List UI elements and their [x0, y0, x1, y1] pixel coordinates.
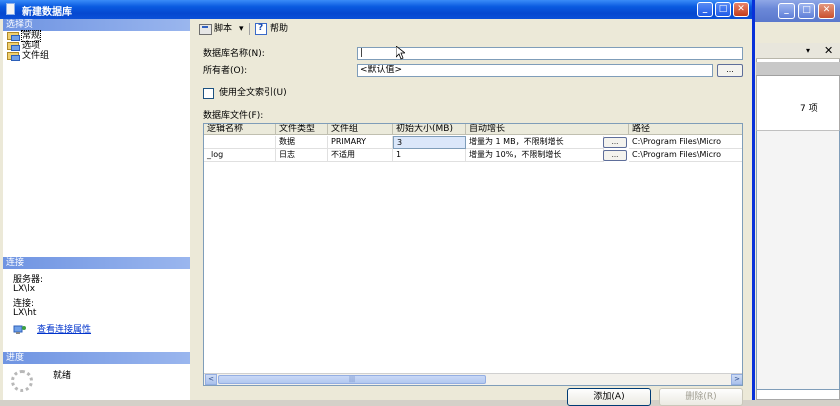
fulltext-index-checkbox[interactable] — [203, 88, 214, 99]
minimize-button[interactable]: _ — [697, 2, 713, 17]
progress-header: 进度 — [3, 352, 190, 364]
cell-initial-size[interactable]: 3 — [393, 136, 466, 149]
connection-properties-icon — [13, 325, 26, 334]
cell-file-type[interactable]: 日志 — [276, 149, 328, 162]
help-label: 帮助 — [270, 24, 289, 34]
nav-item-general[interactable]: 常规 — [6, 30, 42, 42]
page-icon — [6, 31, 22, 41]
toolbar: 脚本 ▾ 帮助 — [193, 19, 752, 39]
cell-logical-name[interactable]: _log — [204, 149, 276, 162]
script-label: 脚本 — [214, 24, 233, 34]
owner-browse-button[interactable]: ... — [717, 64, 743, 77]
page-icon — [6, 51, 22, 61]
dialog-title: 新建数据库 — [22, 7, 72, 18]
nav-item-filegroups[interactable]: 文件组 — [6, 51, 49, 61]
script-dropdown-icon[interactable]: ▾ — [239, 23, 244, 35]
script-icon — [199, 23, 212, 35]
col-header-filegroup[interactable]: 文件组 — [328, 124, 393, 135]
database-files-label: 数据库文件(F): — [203, 111, 264, 121]
cell-filegroup[interactable]: PRIMARY — [328, 136, 393, 149]
pane-dropdown-icon[interactable]: ▾ — [806, 46, 810, 55]
help-icon — [255, 22, 268, 35]
col-header-path[interactable]: 路径 — [629, 124, 742, 135]
background-list — [756, 130, 840, 390]
view-connection-properties-link[interactable]: 查看连接属性 — [37, 325, 91, 335]
database-icon — [6, 3, 15, 15]
table-row[interactable]: 数据 PRIMARY 3 增量为 1 MB，不限制增长 ... C:\Progr… — [204, 136, 742, 149]
maximize-button[interactable]: □ — [715, 2, 731, 17]
nav-item-label: 常规 — [20, 30, 42, 42]
script-button[interactable]: 脚本 — [199, 23, 232, 35]
owner-label: 所有者(O): — [203, 66, 248, 76]
col-header-initial-size[interactable]: 初始大小(MB) — [393, 124, 466, 135]
toolbar-separator — [249, 23, 250, 35]
connection-value: LX\ht — [13, 308, 37, 318]
left-pane: 选择页 常规 选项 文件组 连接 服务器: LX\lx 连接: LX\ht 查看… — [3, 19, 190, 400]
horizontal-scrollbar[interactable]: < ||| > — [204, 373, 742, 385]
bg-close-button[interactable]: ✕ — [818, 3, 835, 19]
cell-initial-size[interactable]: 1 — [393, 149, 466, 162]
add-button[interactable]: 添加(A) — [567, 388, 651, 406]
dialog-titlebar[interactable]: 新建数据库 _ □ ✕ — [0, 0, 752, 19]
nav-item-options[interactable]: 选项 — [6, 41, 40, 51]
pane-close-icon[interactable]: ✕ — [824, 44, 833, 57]
page-icon — [6, 41, 22, 51]
remove-button[interactable]: 删除(R) — [659, 388, 743, 406]
mouse-cursor-icon — [396, 46, 405, 60]
progress-spinner-icon — [11, 370, 33, 392]
col-header-logical-name[interactable]: 逻辑名称 — [204, 124, 276, 135]
cell-logical-name[interactable] — [204, 136, 276, 149]
table-row[interactable]: _log 日志 不适用 1 增量为 10%，不限制增长 ... C:\Progr… — [204, 149, 742, 162]
cell-autogrowth[interactable]: 增量为 1 MB，不限制增长 — [466, 136, 604, 149]
connection-header: 连接 — [3, 257, 190, 269]
database-name-input[interactable]: | — [357, 47, 743, 60]
bg-maximize-button[interactable]: □ — [798, 3, 815, 19]
progress-status: 就绪 — [53, 371, 72, 381]
bg-minimize-button[interactable]: _ — [778, 3, 795, 19]
scroll-left-button[interactable]: < — [205, 374, 217, 385]
new-database-dialog: 新建数据库 _ □ ✕ 选择页 常规 选项 文件组 连接 服务器: LX\lx … — [0, 0, 755, 406]
scroll-right-button[interactable]: > — [731, 374, 742, 385]
cell-filegroup[interactable]: 不适用 — [328, 149, 393, 162]
grid-header: 逻辑名称 文件类型 文件组 初始大小(MB) 自动增长 路径 — [204, 124, 742, 135]
server-value: LX\lx — [13, 284, 36, 294]
cell-autogrowth[interactable]: 增量为 10%，不限制增长 — [466, 149, 604, 162]
background-strip — [756, 62, 840, 76]
autogrowth-browse-button[interactable]: ... — [603, 150, 627, 161]
nav-item-label: 文件组 — [22, 51, 50, 61]
item-count: 7 项 — [800, 104, 818, 114]
cell-file-type[interactable]: 数据 — [276, 136, 328, 149]
fulltext-index-label: 使用全文索引(U) — [219, 88, 287, 98]
cell-path[interactable]: C:\Program Files\Micro — [629, 136, 742, 149]
background-window: _ □ ✕ ▾ ✕ 7 项 — [748, 0, 840, 400]
database-name-label: 数据库名称(N): — [203, 49, 265, 59]
select-page-header: 选择页 — [3, 19, 190, 31]
col-header-file-type[interactable]: 文件类型 — [276, 124, 328, 135]
main-content: 脚本 ▾ 帮助 数据库名称(N): | 所有者(O): <默认值> ... 使用… — [193, 19, 752, 406]
help-button[interactable]: 帮助 — [255, 22, 289, 35]
close-button[interactable]: ✕ — [733, 2, 749, 17]
cell-path[interactable]: C:\Program Files\Micro — [629, 149, 742, 162]
nav-item-label: 选项 — [22, 41, 41, 51]
scroll-thumb[interactable]: ||| — [218, 375, 486, 384]
owner-input[interactable]: <默认值> — [357, 64, 713, 77]
autogrowth-browse-button[interactable]: ... — [603, 137, 627, 148]
col-header-autogrowth[interactable]: 自动增长 — [466, 124, 629, 135]
database-files-grid: 逻辑名称 文件类型 文件组 初始大小(MB) 自动增长 路径 数据 PRIMAR… — [203, 123, 743, 386]
